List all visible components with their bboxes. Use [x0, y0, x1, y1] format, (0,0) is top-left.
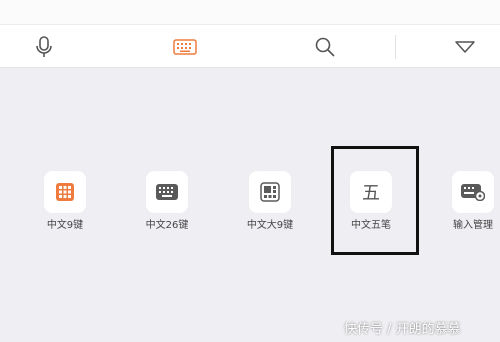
layout-big9-button[interactable] [249, 171, 291, 213]
search-button[interactable] [303, 25, 347, 69]
toolbar-divider [395, 35, 396, 59]
input-manage-label: 输入管理 [453, 220, 493, 231]
keyboard-26-icon [156, 184, 178, 200]
top-strip [0, 0, 500, 24]
keyboard-icon [173, 39, 197, 55]
layout-26key-button[interactable] [146, 171, 188, 213]
keyboard-button[interactable] [163, 25, 207, 69]
layout-9key-button[interactable] [44, 171, 86, 213]
layout-big9-label: 中文大9键 [246, 220, 294, 231]
collapse-button[interactable] [443, 25, 487, 69]
grid-9-icon [56, 183, 74, 201]
input-toolbar [0, 24, 500, 68]
big-9-icon [260, 182, 280, 202]
watermark-text: 快传号 / 开朗的慕慕 [344, 322, 461, 337]
search-icon [315, 37, 335, 57]
layout-9key-label: 中文9键 [46, 220, 84, 231]
microphone-icon [36, 36, 52, 57]
input-manage-icon [461, 184, 485, 201]
input-manage-button[interactable] [452, 171, 494, 213]
layout-26key-label: 中文26键 [145, 220, 189, 231]
collapse-triangle-icon [455, 41, 475, 53]
selection-highlight-box [331, 146, 419, 255]
voice-button[interactable] [22, 25, 66, 69]
